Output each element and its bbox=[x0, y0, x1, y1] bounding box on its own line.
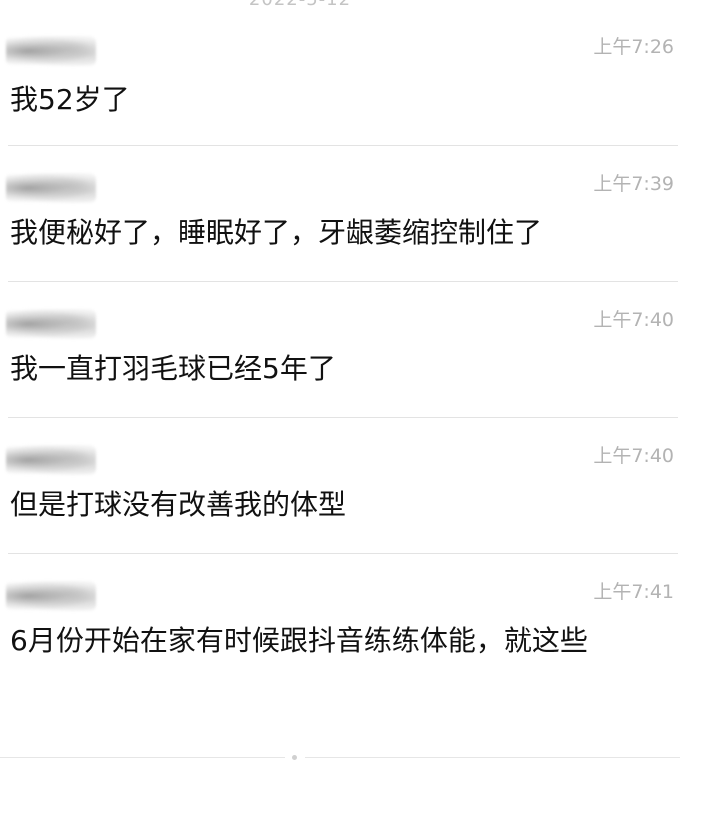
divider bbox=[8, 281, 678, 282]
blurred-sender-name bbox=[6, 309, 96, 339]
bottom-divider-right bbox=[305, 757, 680, 758]
message-text: 6月份开始在家有时候跟抖音练练体能，就这些 bbox=[10, 624, 588, 657]
divider bbox=[8, 145, 678, 146]
blurred-sender-name bbox=[6, 445, 96, 475]
message-text: 我便秘好了，睡眠好了，牙龈萎缩控制住了 bbox=[10, 216, 543, 249]
message-time: 上午7:40 bbox=[593, 309, 674, 331]
blurred-sender-name bbox=[6, 173, 96, 203]
message-text: 我52岁了 bbox=[10, 83, 130, 116]
message-time: 上午7:40 bbox=[593, 445, 674, 467]
blurred-sender-name bbox=[6, 581, 96, 611]
bottom-divider-left bbox=[0, 757, 285, 758]
message-time: 上午7:41 bbox=[593, 581, 674, 603]
message-text: 我一直打羽毛球已经5年了 bbox=[10, 352, 336, 385]
separator-dot bbox=[292, 755, 297, 760]
message-time: 上午7:26 bbox=[593, 36, 674, 58]
divider bbox=[8, 417, 678, 418]
blurred-sender-name bbox=[6, 36, 96, 66]
divider bbox=[8, 553, 678, 554]
message-time: 上午7:39 bbox=[593, 173, 674, 195]
message-text: 但是打球没有改善我的体型 bbox=[10, 488, 347, 521]
date-header: 2022-5-12 bbox=[0, 0, 600, 10]
